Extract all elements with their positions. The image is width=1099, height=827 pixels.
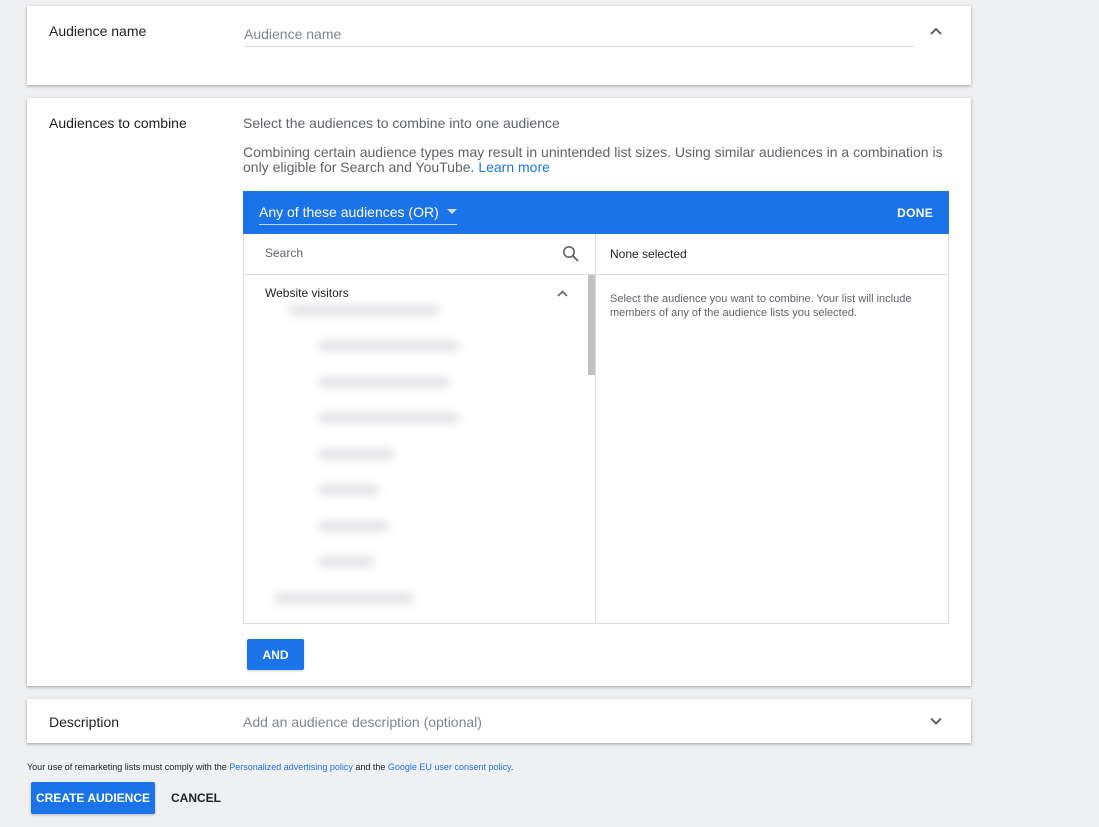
policy-suffix: .	[510, 762, 514, 772]
audiences-to-combine-label: Audiences to combine	[49, 115, 187, 131]
and-button[interactable]: AND	[247, 639, 304, 670]
list-item	[319, 342, 459, 350]
learn-more-link[interactable]: Learn more	[478, 159, 550, 175]
audience-search-input[interactable]	[265, 246, 545, 260]
picker-header: Any of these audiences (OR) DONE	[243, 191, 949, 234]
blurred-audience-list	[269, 306, 464, 622]
eu-user-consent-policy-link[interactable]: Google EU user consent policy	[388, 762, 511, 772]
audience-list-pane: Website visitors	[244, 234, 596, 623]
description-card[interactable]: Description Add an audience description …	[27, 699, 971, 743]
list-scrollbar[interactable]	[588, 275, 595, 375]
selected-header: None selected	[596, 234, 948, 275]
combine-note: Combining certain audience types may res…	[243, 145, 955, 175]
done-button[interactable]: DONE	[897, 206, 933, 220]
list-item	[319, 522, 389, 530]
list-item	[289, 306, 439, 314]
group-website-visitors[interactable]: Website visitors	[265, 286, 349, 300]
search-row	[244, 234, 595, 275]
audience-name-card: Audience name	[27, 6, 971, 85]
combine-note-text: Combining certain audience types may res…	[243, 144, 943, 175]
policy-notice: Your use of remarketing lists must compl…	[27, 762, 513, 772]
search-icon[interactable]	[562, 245, 579, 267]
chevron-up-icon[interactable]	[927, 22, 945, 40]
audiences-to-combine-card: Audiences to combine Select the audience…	[27, 98, 971, 686]
selection-helper-text: Select the audience you want to combine.…	[610, 293, 912, 319]
create-audience-button[interactable]: CREATE AUDIENCE	[31, 782, 155, 814]
chevron-down-icon[interactable]	[927, 712, 945, 730]
audience-name-label: Audience name	[49, 23, 147, 39]
picker-body: Website visitors None s	[244, 234, 948, 623]
combination-mode-label: Any of these audiences (OR)	[259, 203, 439, 220]
audience-picker: Any of these audiences (OR) DONE Website…	[243, 191, 949, 624]
list-item	[319, 558, 374, 566]
description-label: Description	[49, 714, 120, 730]
selected-audiences-pane: None selected Select the audience you wa…	[596, 234, 948, 623]
chevron-up-icon[interactable]	[553, 284, 571, 302]
policy-prefix: Your use of remarketing lists must compl…	[27, 762, 227, 772]
list-item	[319, 450, 394, 458]
audience-name-input[interactable]	[244, 21, 914, 47]
combine-title: Select the audiences to combine into one…	[243, 115, 560, 131]
cancel-button[interactable]: CANCEL	[163, 782, 229, 814]
list-item	[319, 378, 449, 386]
dropdown-arrow-icon	[446, 209, 457, 214]
list-item	[274, 594, 414, 602]
policy-middle: and the	[355, 762, 386, 772]
list-item	[319, 486, 379, 494]
combination-mode-dropdown[interactable]: Any of these audiences (OR)	[259, 201, 457, 225]
description-placeholder[interactable]: Add an audience description (optional)	[243, 714, 482, 730]
personalized-advertising-policy-link[interactable]: Personalized advertising policy	[229, 762, 353, 772]
list-item	[319, 414, 459, 422]
